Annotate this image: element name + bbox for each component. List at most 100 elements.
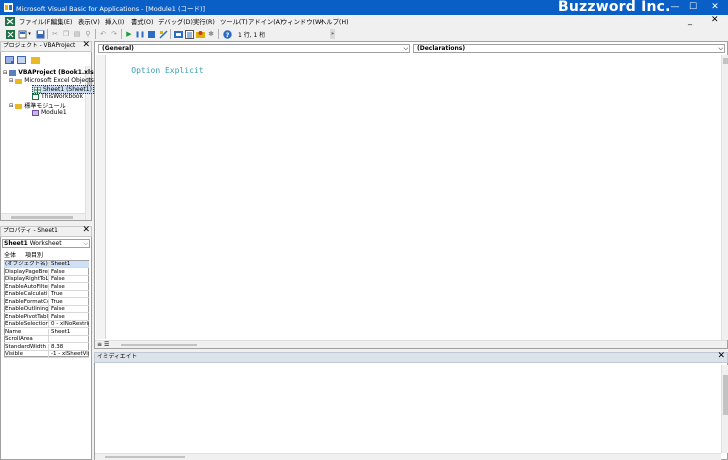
property-row[interactable]: EnableSelection0 - xlNoRestrictions: [4, 321, 89, 329]
save-icon[interactable]: [35, 29, 45, 39]
code-hscroll[interactable]: ≡ ☰: [95, 340, 727, 348]
object-browser-icon[interactable]: [195, 29, 205, 39]
property-row[interactable]: Visible-1 - xlSheetVisible: [4, 351, 89, 359]
toolbar-overflow-icon[interactable]: »: [330, 29, 335, 39]
insert-dropdown-icon[interactable]: ▾: [27, 29, 32, 39]
property-row[interactable]: (オブジェクト名) Sheet1: [4, 261, 89, 269]
tree-label-thisworkbook: ThisWorkbook: [41, 93, 84, 100]
insert-module-icon[interactable]: [17, 29, 27, 39]
tree-label-module1: Module1: [41, 109, 67, 116]
tree-node-module1[interactable]: Module1: [32, 109, 67, 116]
object-name: Sheet1: [4, 240, 28, 247]
view-object-icon[interactable]: [16, 55, 26, 65]
object-combo[interactable]: (General) ⌵: [98, 44, 410, 53]
tab-alphabetic[interactable]: 全体: [4, 250, 16, 259]
vbaproject-icon: [9, 69, 17, 76]
title-bar: Microsoft Visual Basic for Applications …: [0, 0, 728, 15]
tree-node-vbaproject[interactable]: ⊟ VBAProject (Book1.xlsm): [3, 69, 103, 76]
close-button[interactable]: ✕: [706, 2, 724, 12]
find-icon[interactable]: ⚲: [83, 29, 93, 39]
maximize-button[interactable]: ☐: [684, 2, 702, 12]
immediate-vscroll[interactable]: [721, 365, 728, 453]
immediate-close-icon[interactable]: ✕: [717, 352, 725, 361]
menu-tools[interactable]: ツール(T): [220, 17, 248, 26]
reset-icon[interactable]: [146, 29, 156, 39]
property-row[interactable]: EnableFormatConditionsCalculationTrue: [4, 298, 89, 306]
code-vscroll[interactable]: [721, 55, 728, 340]
chevron-down-icon[interactable]: ⌵: [83, 240, 88, 247]
menu-run[interactable]: 実行(R): [193, 17, 215, 26]
menu-addins[interactable]: アドイン(A): [248, 17, 282, 26]
toggle-folders-icon[interactable]: [30, 55, 40, 65]
code-window: (General) ⌵ (Declarations) ⌵ Option Expl…: [94, 41, 728, 349]
mdi-close-button[interactable]: ✕: [711, 15, 719, 25]
menu-insert[interactable]: 挿入(I): [105, 17, 124, 26]
property-row[interactable]: EnablePivotTable False: [4, 313, 89, 321]
project-explorer-header: プロジェクト - VBAProject ✕: [0, 41, 92, 52]
paste-icon[interactable]: ▤: [72, 29, 82, 39]
mdi-minimize-button[interactable]: _: [688, 16, 692, 25]
immediate-hscroll[interactable]: [95, 453, 721, 460]
tree-node-excel-objects[interactable]: ⊟ Microsoft Excel Objects: [9, 77, 94, 84]
property-row[interactable]: Name Sheet1: [4, 328, 89, 336]
redo-icon[interactable]: ↷: [109, 29, 119, 39]
full-module-view-icon[interactable]: ☰: [104, 341, 109, 348]
copy-icon[interactable]: ❐: [61, 29, 71, 39]
property-row[interactable]: DisplayPageBreaksFalse: [4, 268, 89, 276]
tab-categorized[interactable]: 項目別: [25, 250, 43, 259]
cut-icon[interactable]: ✂: [50, 29, 60, 39]
property-row[interactable]: EnableAutoFilter False: [4, 283, 89, 291]
tree-node-thisworkbook[interactable]: ThisWorkbook: [32, 93, 83, 100]
project-hscroll[interactable]: [1, 213, 85, 220]
window-title: Microsoft Visual Basic for Applications …: [16, 5, 206, 13]
minimize-button[interactable]: —: [666, 2, 684, 12]
property-row[interactable]: StandardWidth 8.38: [4, 343, 89, 351]
property-row[interactable]: DisplayRightToLeftFalse: [4, 276, 89, 284]
run-icon[interactable]: ▶: [124, 29, 134, 39]
break-icon[interactable]: ❚❚: [135, 29, 145, 39]
properties-window-icon[interactable]: [184, 29, 194, 39]
menu-window[interactable]: ウィンドウ(W): [281, 17, 324, 26]
chevron-down-icon[interactable]: ⌵: [718, 45, 723, 53]
menu-edit[interactable]: 編集(E): [51, 17, 73, 26]
property-row[interactable]: ScrollArea: [4, 336, 89, 344]
menu-help[interactable]: ヘルプ(H): [320, 17, 349, 26]
object-select[interactable]: Sheet1 Worksheet ⌵: [2, 239, 90, 248]
immediate-window: イミディエイト ✕: [94, 352, 728, 460]
sheet-icon: [34, 86, 41, 93]
collapse-icon[interactable]: ⊟: [3, 70, 7, 76]
collapse-icon[interactable]: ⊟: [9, 78, 13, 84]
cursor-position: 1 行, 1 桁: [238, 32, 266, 39]
view-excel-icon[interactable]: [5, 29, 15, 39]
project-explorer-icon[interactable]: [173, 29, 183, 39]
project-close-icon[interactable]: ✕: [82, 41, 90, 50]
undo-icon[interactable]: ↶: [98, 29, 108, 39]
menu-debug[interactable]: デバッグ(D): [158, 17, 193, 26]
procedure-combo[interactable]: (Declarations) ⌵: [413, 44, 725, 53]
tree-label-sheet1: Sheet1 (Sheet1): [43, 86, 92, 93]
project-toolbar: [3, 54, 89, 66]
excel-view-icon[interactable]: [5, 17, 15, 26]
design-mode-icon[interactable]: [158, 29, 168, 39]
menu-file[interactable]: ファイル(F): [19, 17, 53, 26]
procedure-view-icon[interactable]: ≡: [97, 341, 102, 348]
code-editor[interactable]: Option Explicit: [112, 57, 712, 337]
toolbox-icon[interactable]: ✱: [206, 29, 216, 39]
help-icon[interactable]: ?: [222, 29, 232, 39]
module-icon: [32, 109, 39, 116]
margin-indicator-bar[interactable]: [96, 55, 106, 339]
collapse-icon[interactable]: ⊟: [9, 103, 13, 109]
project-explorer-title: プロジェクト - VBAProject: [3, 43, 76, 49]
immediate-input[interactable]: [97, 365, 719, 451]
procedure-combo-value: (Declarations): [417, 45, 466, 52]
properties-close-icon[interactable]: ✕: [82, 226, 90, 235]
menu-format[interactable]: 書式(O): [131, 17, 153, 26]
property-row[interactable]: EnableOutlining False: [4, 306, 89, 314]
menu-view[interactable]: 表示(V): [78, 17, 100, 26]
vba-app-icon: [4, 3, 13, 12]
view-code-icon[interactable]: [4, 55, 14, 65]
chevron-down-icon[interactable]: ⌵: [403, 45, 408, 53]
folder-icon: [15, 78, 23, 84]
property-row[interactable]: EnableCalculationTrue: [4, 291, 89, 299]
code-line: Option Explicit: [131, 66, 204, 75]
